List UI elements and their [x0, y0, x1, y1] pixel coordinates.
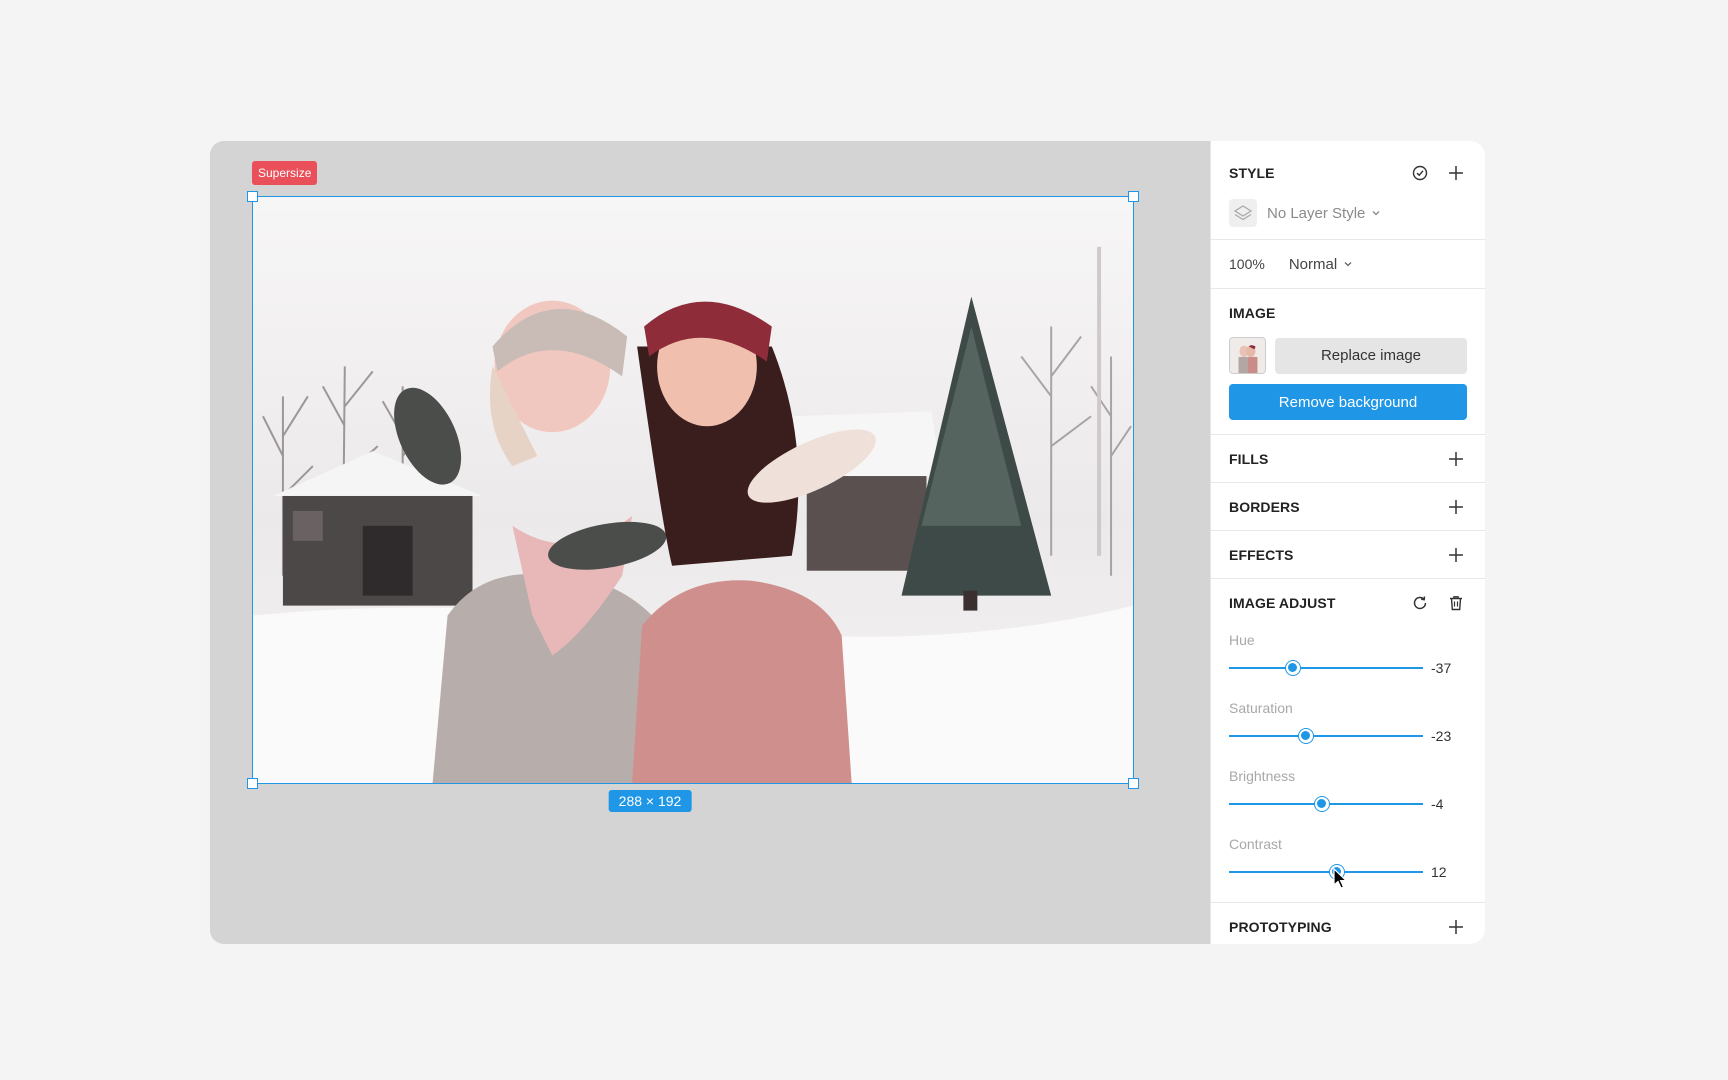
borders-title: BORDERS — [1229, 498, 1300, 515]
saturation-value[interactable]: -23 — [1431, 728, 1451, 744]
layer-style-label: No Layer Style — [1267, 204, 1366, 222]
chevron-down-icon — [1372, 211, 1380, 216]
blend-mode-label: Normal — [1288, 255, 1338, 273]
resize-handle-bottom-right[interactable] — [1128, 778, 1139, 789]
brightness-value[interactable]: -4 — [1431, 796, 1443, 812]
style-section: STYLE No Layer Style — [1211, 141, 1485, 240]
saturation-slider-knob[interactable] — [1297, 728, 1314, 744]
size-badge: 288 × 192 — [608, 790, 692, 812]
resize-handle-top-right[interactable] — [1128, 191, 1139, 202]
saturation-slider[interactable] — [1229, 728, 1423, 744]
hue-slider-block: Hue -37 — [1229, 626, 1467, 694]
image-title: IMAGE — [1229, 305, 1276, 321]
inspector-panel: STYLE No Layer Style 100% Normal IMAGE R… — [1210, 141, 1485, 944]
editor-window: Supersize 288 × 192 STYLE No Layer Style… — [210, 141, 1485, 944]
brightness-slider-knob[interactable] — [1314, 796, 1331, 812]
check-circle-icon[interactable] — [1409, 162, 1431, 184]
brightness-label: Brightness — [1229, 768, 1296, 784]
image-adjust-section: IMAGE ADJUST Hue -37 Saturation -23 Brig… — [1211, 579, 1485, 903]
hue-slider[interactable] — [1229, 660, 1423, 676]
remove-background-button[interactable]: Remove background — [1229, 384, 1467, 420]
hue-label: Hue — [1229, 632, 1255, 648]
saturation-label: Saturation — [1229, 700, 1293, 716]
plus-icon[interactable] — [1445, 916, 1467, 938]
reset-icon[interactable] — [1409, 592, 1431, 614]
canvas[interactable]: Supersize 288 × 192 — [210, 141, 1210, 944]
trash-icon[interactable] — [1445, 592, 1467, 614]
image-adjust-title: IMAGE ADJUST — [1229, 594, 1336, 611]
plus-icon[interactable] — [1445, 448, 1467, 470]
image-section: IMAGE Replace image Remove background — [1211, 289, 1485, 435]
contrast-slider-knob[interactable] — [1328, 864, 1345, 880]
effects-section: EFFECTS — [1211, 531, 1485, 579]
layer-style-dropdown[interactable]: No Layer Style — [1229, 187, 1467, 239]
winter-photo — [253, 197, 1133, 783]
image-thumbnail[interactable] — [1229, 337, 1266, 374]
replace-image-button[interactable]: Replace image — [1275, 337, 1467, 374]
contrast-label: Contrast — [1229, 836, 1282, 852]
brightness-slider[interactable] — [1229, 796, 1423, 812]
plus-icon[interactable] — [1445, 496, 1467, 518]
resize-handle-top-left[interactable] — [247, 191, 258, 202]
layers-icon — [1229, 199, 1257, 227]
hue-slider-knob[interactable] — [1285, 660, 1302, 676]
brightness-slider-block: Brightness -4 — [1229, 762, 1467, 830]
contrast-value[interactable]: 12 — [1431, 864, 1447, 880]
frame-tag[interactable]: Supersize — [252, 161, 318, 185]
style-title: STYLE — [1229, 165, 1275, 181]
chevron-down-icon — [1344, 262, 1352, 267]
selected-image-layer[interactable] — [247, 191, 1139, 789]
hue-value[interactable]: -37 — [1431, 660, 1451, 676]
contrast-slider[interactable] — [1229, 864, 1423, 889]
opacity-field[interactable]: 100% — [1229, 256, 1265, 272]
resize-handle-bottom-left[interactable] — [247, 778, 258, 789]
prototyping-section: PROTOTYPING — [1211, 903, 1485, 944]
borders-section: BORDERS — [1211, 483, 1485, 531]
fills-title: FILLS — [1229, 450, 1269, 467]
blend-mode-dropdown[interactable]: Normal — [1289, 256, 1353, 273]
plus-icon[interactable] — [1445, 162, 1467, 184]
opacity-blend-section: 100% Normal — [1211, 240, 1485, 289]
prototyping-title: PROTOTYPING — [1229, 918, 1332, 935]
plus-icon[interactable] — [1445, 544, 1467, 566]
fills-section: FILLS — [1211, 435, 1485, 483]
effects-title: EFFECTS — [1229, 546, 1294, 563]
saturation-slider-block: Saturation -23 — [1229, 694, 1467, 762]
contrast-slider-block: Contrast 12 — [1229, 830, 1467, 898]
